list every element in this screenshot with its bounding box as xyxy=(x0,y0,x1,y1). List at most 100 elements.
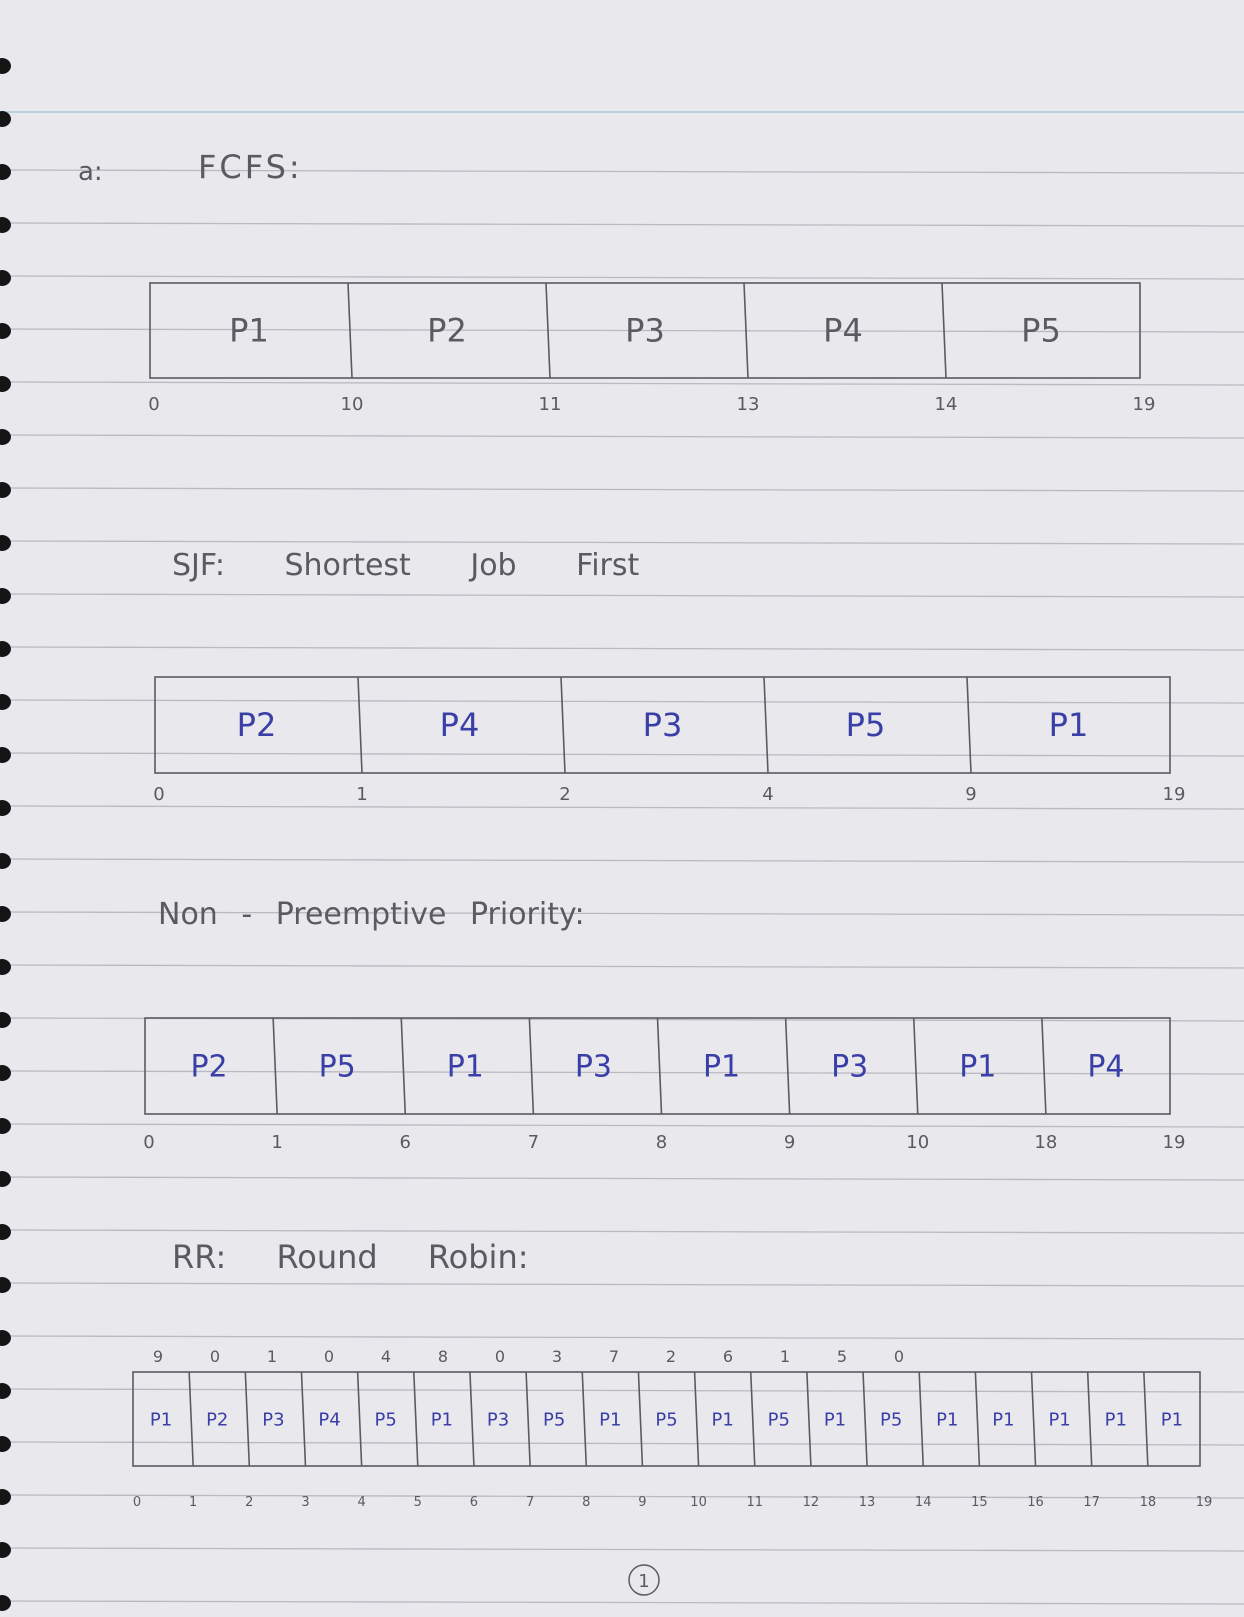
fcfs-title: FCFS: xyxy=(198,148,303,186)
block-divider xyxy=(469,1371,475,1467)
time-tick-label: 12 xyxy=(803,1495,820,1510)
binding-hole xyxy=(0,376,11,392)
block-divider xyxy=(918,1371,925,1467)
block-divider xyxy=(300,1371,307,1467)
binding-hole xyxy=(0,482,11,498)
process-block-label: P1 xyxy=(1048,1409,1070,1430)
binding-hole xyxy=(0,588,11,604)
time-tick-label: 19 xyxy=(1133,394,1156,415)
block-divider xyxy=(966,676,972,774)
process-block-label: P3 xyxy=(643,706,683,744)
time-tick-label: 19 xyxy=(1163,1132,1186,1153)
binding-hole xyxy=(0,641,11,657)
ruled-line xyxy=(0,1229,1244,1234)
time-tick-label: 9 xyxy=(638,1495,646,1510)
process-block-label: P1 xyxy=(1161,1409,1183,1430)
process-block-label: P5 xyxy=(543,1409,565,1430)
remaining-time-label: 0 xyxy=(210,1347,220,1366)
binding-hole xyxy=(0,959,11,975)
ruled-line xyxy=(0,540,1244,545)
ruled-line xyxy=(0,1547,1244,1552)
time-tick-label: 6 xyxy=(470,1495,478,1510)
ruled-line xyxy=(0,1441,1244,1446)
block-divider xyxy=(763,676,769,774)
time-tick-label: 1 xyxy=(356,784,367,805)
block-divider xyxy=(784,1017,791,1115)
block-divider xyxy=(412,1371,419,1467)
ruled-line xyxy=(0,593,1244,598)
ruled-line xyxy=(0,1176,1244,1181)
ruled-line xyxy=(0,752,1244,757)
time-tick-label: 4 xyxy=(357,1495,365,1510)
binding-hole xyxy=(0,1171,11,1187)
process-block-label: P2 xyxy=(206,1409,228,1430)
ruled-line xyxy=(0,858,1244,863)
process-block-label: P1 xyxy=(599,1409,621,1430)
time-tick-label: 2 xyxy=(559,784,570,805)
block-divider xyxy=(1030,1371,1037,1467)
remaining-time-label: 6 xyxy=(723,1347,733,1366)
ruled-line xyxy=(0,699,1244,704)
time-tick-label: 18 xyxy=(1140,1495,1157,1510)
binding-hole xyxy=(0,535,11,551)
binding-hole xyxy=(0,1012,11,1028)
process-block-label: P3 xyxy=(831,1050,868,1085)
ruled-line xyxy=(0,1282,1244,1287)
gantt-chart-4: P1 P2 P3 P4 P5 P1 P3 P5 P1 P5 P1 P5 P1 P5 P1 P1 P1 P1 P1 0 1… xyxy=(132,1347,1212,1510)
time-tick-label: 14 xyxy=(915,1495,932,1510)
process-block-label: P1 xyxy=(229,312,269,350)
remaining-time-label: 0 xyxy=(495,1347,505,1366)
remaining-time-label: 4 xyxy=(381,1347,391,1366)
binding-hole xyxy=(0,270,11,286)
binding-hole xyxy=(0,1542,11,1558)
process-block-label: P1 xyxy=(431,1409,453,1430)
time-tick-label: 15 xyxy=(971,1495,988,1510)
process-block-label: P4 xyxy=(440,706,480,744)
ruled-line xyxy=(0,1123,1244,1128)
time-tick-label: 10 xyxy=(906,1132,929,1153)
block-divider xyxy=(912,1017,919,1115)
process-block-label: P2 xyxy=(190,1050,227,1085)
process-block-label: P1 xyxy=(447,1050,484,1085)
time-tick-label: 11 xyxy=(539,394,562,415)
time-tick-label: 13 xyxy=(859,1495,876,1510)
binding-hole xyxy=(0,800,11,816)
time-tick-label: 8 xyxy=(656,1132,667,1153)
block-divider xyxy=(941,282,947,379)
ruled-line xyxy=(0,1070,1244,1075)
binding-hole xyxy=(0,111,11,127)
process-block-label: P1 xyxy=(1049,706,1089,744)
time-tick-label: 10 xyxy=(341,394,364,415)
gantt-chart-3: P2 P5 P1 P3 P1 P3 P1 P4 0 1 6 7 8 9 10 18 19 xyxy=(143,1017,1186,1153)
process-block-label: P1 xyxy=(1105,1409,1127,1430)
sjf-title: SJF: Shortest Job First xyxy=(172,548,640,583)
remaining-time-label: 8 xyxy=(438,1347,448,1366)
time-tick-label: 0 xyxy=(143,1132,154,1153)
question-label: a: xyxy=(78,157,103,187)
binding-hole xyxy=(0,429,11,445)
block-divider xyxy=(244,1371,251,1467)
process-block-label: P2 xyxy=(237,706,277,744)
gantt-chart-2: P2 P4 P3 P5 P1 0 1 2 4 9 19 xyxy=(153,676,1185,805)
time-tick-label: 4 xyxy=(762,784,773,805)
time-tick-label: 10 xyxy=(690,1495,707,1510)
time-tick-label: 0 xyxy=(153,784,164,805)
ruled-line xyxy=(0,169,1244,174)
process-block-label: P5 xyxy=(768,1409,790,1430)
process-block-label: P5 xyxy=(846,706,886,744)
time-tick-label: 1 xyxy=(189,1495,197,1510)
block-divider xyxy=(656,1017,663,1115)
ruled-line xyxy=(0,381,1244,386)
remaining-time-label: 1 xyxy=(780,1347,790,1366)
time-tick-label: 14 xyxy=(935,394,958,415)
binding-hole xyxy=(0,1224,11,1240)
block-divider xyxy=(806,1371,812,1467)
time-tick-label: 0 xyxy=(148,394,159,415)
time-tick-label: 0 xyxy=(133,1495,141,1510)
time-tick-label: 17 xyxy=(1083,1495,1100,1510)
block-divider xyxy=(525,1371,531,1467)
ruled-line xyxy=(0,1335,1244,1340)
block-divider xyxy=(581,1371,588,1467)
time-tick-label: 5 xyxy=(414,1495,422,1510)
notebook-page: a: FCFS: SJF: Shortest Job First Non - P… xyxy=(0,58,1244,1611)
